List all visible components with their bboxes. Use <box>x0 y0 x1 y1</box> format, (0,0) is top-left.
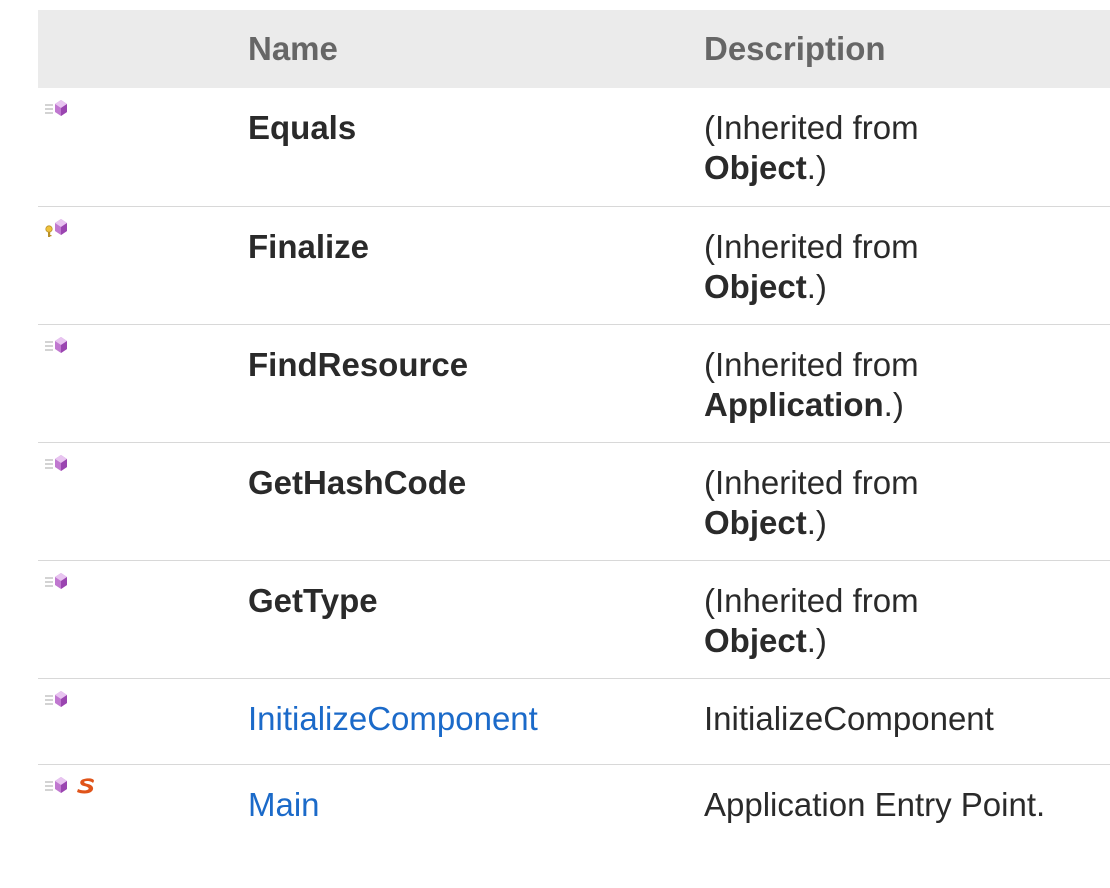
icon-cell <box>38 560 248 678</box>
table-row: Equals (Inherited from Object.) <box>38 88 1110 206</box>
member-link-main[interactable]: Main <box>248 786 320 823</box>
table-row: InitializeComponent InitializeComponent <box>38 678 1110 764</box>
inherited-from-class: Object <box>704 149 807 186</box>
description-suffix: .) <box>883 385 904 423</box>
header-description: Description <box>704 30 886 67</box>
public-method-icon <box>44 453 114 477</box>
description-prefix: (Inherited from <box>704 345 919 383</box>
public-method-icon <box>44 571 114 595</box>
member-description: (Inherited from Object.) <box>704 560 1110 678</box>
member-description: Application Entry Point. <box>704 785 1046 823</box>
icon-cell <box>38 678 248 764</box>
table-row: Finalize (Inherited from Object.) <box>38 206 1110 324</box>
header-icon-column <box>38 10 248 88</box>
members-table: Name Description Equals (Inherited from … <box>38 10 1110 828</box>
description-prefix: (Inherited from <box>704 109 919 146</box>
description-prefix: (Inherited from <box>704 463 919 501</box>
header-name: Name <box>248 30 338 67</box>
member-description: InitializeComponent <box>704 699 994 737</box>
member-name: Finalize <box>248 227 370 265</box>
public-method-icon <box>44 689 114 713</box>
description-suffix: .) <box>806 267 827 305</box>
static-member-icon <box>77 777 94 793</box>
member-link-initializecomponent[interactable]: InitializeComponent <box>248 700 538 737</box>
icon-cell <box>38 88 248 206</box>
icon-cell <box>38 764 248 828</box>
inherited-from-class: Object <box>704 621 807 659</box>
public-method-icon <box>45 776 67 793</box>
inherited-from-class: Object <box>704 503 807 541</box>
table-row: Main Application Entry Point. <box>38 764 1110 828</box>
inherited-from-class: Application <box>704 385 884 423</box>
member-name: GetType <box>248 581 378 619</box>
member-description: (Inherited from Object.) <box>704 442 1110 560</box>
description-prefix: (Inherited from <box>704 227 919 265</box>
member-name: GetHashCode <box>248 463 467 501</box>
member-name: FindResource <box>248 345 469 383</box>
member-description: (Inherited from Object.) <box>704 88 1110 206</box>
description-suffix: .) <box>806 621 827 659</box>
public-method-icon <box>44 98 114 122</box>
icon-cell <box>38 324 248 442</box>
table-row: GetHashCode (Inherited from Object.) <box>38 442 1110 560</box>
description-prefix: (Inherited from <box>704 581 919 619</box>
member-description: (Inherited from Object.) <box>704 206 1110 324</box>
icon-cell <box>38 206 248 324</box>
member-name: Equals <box>248 109 357 146</box>
table-row: FindResource (Inherited from Application… <box>38 324 1110 442</box>
inherited-from-class: Object <box>704 267 807 305</box>
public-method-icon <box>44 335 114 359</box>
protected-method-icon <box>44 217 114 241</box>
table-header-row: Name Description <box>38 10 1110 88</box>
member-description: (Inherited from Application.) <box>704 324 1110 442</box>
icon-cell <box>38 442 248 560</box>
table-row: GetType (Inherited from Object.) <box>38 560 1110 678</box>
description-suffix: .) <box>806 503 827 541</box>
description-suffix: .) <box>806 149 827 186</box>
